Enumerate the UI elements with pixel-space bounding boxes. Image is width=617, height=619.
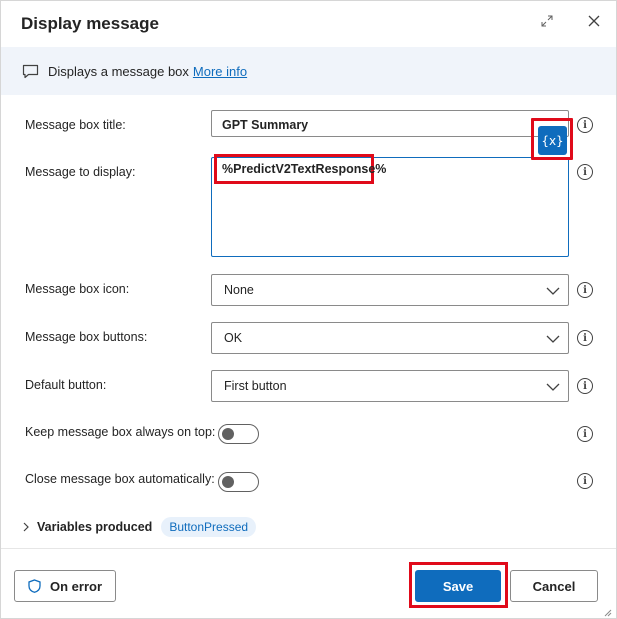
chevron-down-icon — [546, 332, 560, 346]
icon-dropdown[interactable]: None — [211, 274, 569, 306]
info-text: Displays a message box — [48, 63, 189, 79]
title-input[interactable]: GPT Summary — [211, 110, 569, 137]
save-button-highlight — [409, 562, 508, 608]
buttons-dropdown-value: OK — [224, 331, 243, 345]
toggle-knob — [222, 428, 234, 440]
variable-pill[interactable]: ButtonPressed — [161, 517, 257, 537]
ontop-toggle[interactable] — [218, 424, 259, 444]
ontop-info-icon[interactable]: i — [577, 426, 593, 442]
default-info-icon[interactable]: i — [577, 378, 593, 394]
close-icon — [588, 14, 600, 32]
default-dropdown-value: First button — [224, 379, 287, 393]
shield-icon — [28, 579, 42, 593]
variable-button-highlight — [531, 118, 573, 160]
default-label: Default button: — [25, 378, 107, 392]
chevron-down-icon — [546, 284, 560, 298]
dialog-title: Display message — [21, 14, 159, 33]
close-button[interactable] — [584, 13, 604, 33]
cancel-button[interactable]: Cancel — [510, 570, 598, 602]
default-button-dropdown[interactable]: First button — [211, 370, 569, 402]
icon-dropdown-value: None — [224, 283, 254, 297]
message-value: %PredictV2TextResponse% — [214, 154, 386, 184]
variables-label: Variables produced — [37, 520, 153, 534]
more-info-link[interactable]: More info — [193, 64, 247, 79]
chevron-right-icon[interactable] — [21, 521, 33, 533]
ontop-label: Keep message box always on top: — [25, 425, 216, 439]
resize-grip-icon[interactable] — [602, 604, 612, 617]
icon-info-icon[interactable]: i — [577, 282, 593, 298]
dialog-header: Display message — [1, 1, 616, 47]
autoclose-info-icon[interactable]: i — [577, 473, 593, 489]
title-label: Message box title: — [25, 118, 126, 132]
variables-produced: Variables produced ButtonPressed — [21, 516, 257, 538]
info-bar: Displays a message box More info — [1, 47, 616, 95]
on-error-button[interactable]: On error — [14, 570, 116, 602]
expand-button[interactable] — [537, 13, 557, 33]
autoclose-label: Close message box automatically: — [25, 472, 215, 486]
chevron-down-icon — [546, 380, 560, 394]
footer-divider — [1, 548, 616, 549]
on-error-label: On error — [49, 578, 102, 594]
buttons-dropdown[interactable]: OK — [211, 322, 569, 354]
message-label: Message to display: — [25, 165, 136, 179]
message-icon — [22, 63, 40, 79]
icon-label: Message box icon: — [25, 282, 130, 296]
display-message-dialog: Display message Displays a message box M… — [0, 0, 617, 619]
title-info-icon[interactable]: i — [577, 117, 593, 133]
buttons-label: Message box buttons: — [25, 330, 148, 344]
autoclose-toggle[interactable] — [218, 472, 259, 492]
expand-icon — [541, 14, 553, 32]
message-info-icon[interactable]: i — [577, 164, 593, 180]
buttons-info-icon[interactable]: i — [577, 330, 593, 346]
toggle-knob — [222, 476, 234, 488]
